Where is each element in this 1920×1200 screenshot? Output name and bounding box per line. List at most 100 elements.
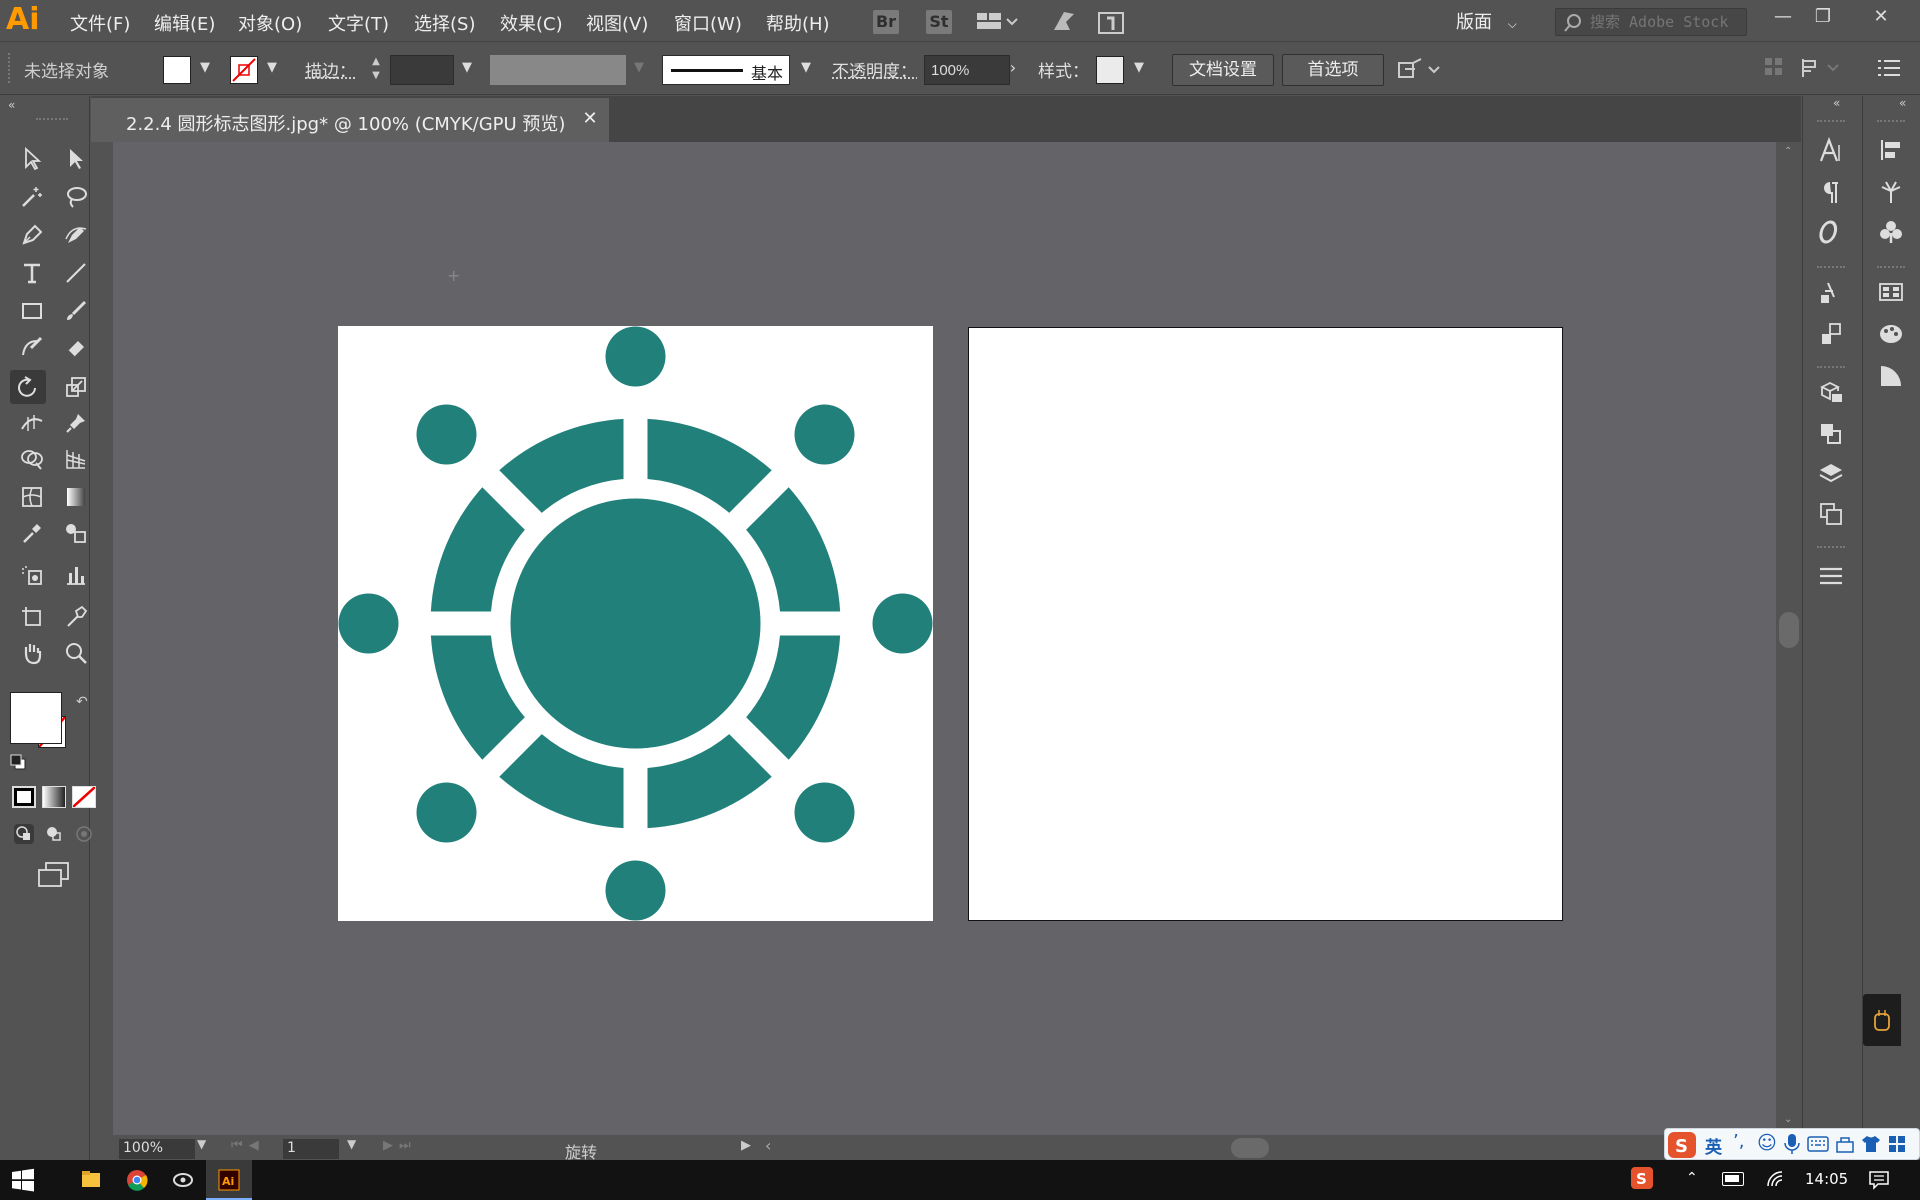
vertical-scroll-thumb[interactable] bbox=[1779, 612, 1799, 648]
workspace-switcher[interactable]: 版面 ⌵ bbox=[1456, 8, 1517, 34]
swatches-panel-icon[interactable] bbox=[1871, 274, 1911, 310]
side-widget[interactable] bbox=[1863, 994, 1901, 1046]
toolbox-icon[interactable] bbox=[1835, 1135, 1855, 1153]
stock-search[interactable] bbox=[1555, 8, 1747, 36]
close-icon[interactable]: ✕ bbox=[579, 108, 601, 130]
document-setup-button[interactable]: 文档设置 bbox=[1172, 54, 1274, 86]
draw-behind-icon[interactable] bbox=[42, 822, 66, 846]
minimize-button[interactable]: — bbox=[1768, 4, 1798, 30]
logo-ring-segment[interactable] bbox=[499, 734, 624, 829]
punctuation-icon[interactable]: ’, bbox=[1733, 1131, 1744, 1152]
ime-menu-grid-icon[interactable] bbox=[1887, 1135, 1907, 1153]
panel-grip[interactable] bbox=[1877, 266, 1905, 268]
menu-help[interactable]: 帮助(H) bbox=[766, 10, 830, 36]
circular-logo[interactable] bbox=[338, 326, 933, 921]
artboard-nav-next-icon[interactable]: ▶⏭ bbox=[383, 1138, 417, 1153]
none-mode-icon[interactable] bbox=[72, 786, 96, 808]
menu-window[interactable]: 窗口(W) bbox=[674, 10, 742, 36]
panel-grip[interactable] bbox=[1817, 266, 1845, 268]
default-colors-icon[interactable] bbox=[10, 754, 26, 770]
logo-ring-segment[interactable] bbox=[746, 635, 841, 760]
character-styles-panel-icon[interactable] bbox=[1811, 274, 1851, 310]
width-tool-icon[interactable] bbox=[14, 406, 50, 440]
line-segment-tool-icon[interactable] bbox=[58, 256, 94, 290]
transparency-panel-icon[interactable] bbox=[1871, 358, 1911, 394]
logo-ring-segment[interactable] bbox=[430, 487, 525, 612]
logo-dot[interactable] bbox=[338, 593, 399, 654]
menu-object[interactable]: 对象(O) bbox=[238, 10, 302, 36]
mesh-tool-icon[interactable] bbox=[14, 480, 50, 514]
panel-grip[interactable] bbox=[8, 53, 14, 83]
zoom-tool-icon[interactable] bbox=[58, 636, 94, 670]
artboard-dropdown[interactable]: ▼ bbox=[347, 1137, 356, 1151]
brush-profile-dropdown[interactable]: ▼ bbox=[795, 55, 817, 81]
fill-dropdown[interactable]: ▼ bbox=[194, 55, 216, 81]
menu-type[interactable]: 文字(T) bbox=[328, 10, 389, 36]
eyedropper-tool-icon[interactable] bbox=[14, 516, 50, 550]
opentype-panel-icon[interactable] bbox=[1811, 214, 1851, 250]
curvature-tool-icon[interactable] bbox=[58, 218, 94, 252]
wifi-icon[interactable] bbox=[1766, 1170, 1786, 1190]
logo-center-disc[interactable] bbox=[510, 498, 761, 749]
menu-edit[interactable]: 编辑(E) bbox=[154, 10, 215, 36]
artboard-right[interactable] bbox=[968, 327, 1563, 921]
gradient-mode-icon[interactable] bbox=[42, 786, 66, 808]
artboard-left[interactable] bbox=[338, 326, 933, 921]
libraries-panel-icon[interactable] bbox=[1811, 374, 1851, 410]
paragraph-panel-icon[interactable] bbox=[1811, 174, 1851, 210]
zoom-dropdown[interactable]: ▼ bbox=[197, 1137, 217, 1151]
quick-actions-icon[interactable] bbox=[1395, 55, 1445, 83]
logo-dot[interactable] bbox=[794, 782, 855, 843]
scale-tool-icon[interactable] bbox=[58, 370, 94, 404]
opacity-field[interactable] bbox=[924, 55, 1010, 85]
stroke-weight-dropdown[interactable]: ▼ bbox=[456, 55, 478, 81]
eraser-tool-icon[interactable] bbox=[58, 330, 94, 364]
artboards-panel-icon[interactable] bbox=[1811, 496, 1851, 532]
scroll-down-arrow-icon[interactable]: ⌄ bbox=[1784, 1114, 1792, 1125]
perspective-grid-tool-icon[interactable] bbox=[58, 442, 94, 476]
rectangle-tool-icon[interactable] bbox=[14, 294, 50, 328]
properties-panel-icon[interactable] bbox=[1811, 558, 1851, 594]
restore-button[interactable]: ❐ bbox=[1808, 4, 1838, 30]
symbols-panel-icon[interactable] bbox=[1871, 214, 1911, 250]
scroll-left-arrow-icon[interactable]: ‹ bbox=[765, 1136, 771, 1155]
change-screen-mode-icon[interactable] bbox=[36, 860, 72, 890]
preferences-button[interactable]: 首选项 bbox=[1282, 54, 1384, 86]
battery-icon[interactable] bbox=[1722, 1172, 1744, 1186]
type-tool-icon[interactable] bbox=[14, 256, 50, 290]
variable-width-profile[interactable] bbox=[490, 55, 626, 85]
logo-dot[interactable] bbox=[794, 404, 855, 465]
direct-selection-tool-icon[interactable] bbox=[58, 142, 94, 176]
rotate-tool-icon[interactable] bbox=[10, 370, 46, 404]
paragraph-styles-panel-icon[interactable] bbox=[1811, 316, 1851, 352]
graphic-style-dropdown[interactable]: ▼ bbox=[1128, 55, 1150, 81]
stroke-weight-stepper[interactable]: ▲ ▼ bbox=[366, 55, 386, 85]
artboard-tool-icon[interactable] bbox=[14, 600, 50, 634]
logo-dot[interactable] bbox=[416, 782, 477, 843]
selection-tool-icon[interactable] bbox=[14, 142, 50, 176]
logo-ring-segment[interactable] bbox=[647, 734, 772, 829]
scroll-up-arrow-icon[interactable]: ⌃ bbox=[1784, 146, 1792, 157]
microphone-icon[interactable] bbox=[1783, 1133, 1801, 1155]
sync-settings-icon[interactable] bbox=[1096, 8, 1126, 36]
file-explorer-icon[interactable] bbox=[68, 1160, 114, 1200]
arrange-documents-icon[interactable] bbox=[975, 10, 1019, 34]
illustrator-taskbar-icon[interactable]: Ai bbox=[206, 1160, 252, 1200]
align-panel-icon[interactable] bbox=[1871, 132, 1911, 168]
keyboard-icon[interactable] bbox=[1807, 1135, 1829, 1153]
logo-dot[interactable] bbox=[872, 593, 933, 654]
menu-file[interactable]: 文件(F) bbox=[70, 10, 130, 36]
taskbar-clock[interactable]: 14:05 bbox=[1805, 1170, 1848, 1188]
logo-dot[interactable] bbox=[416, 404, 477, 465]
action-center-icon[interactable] bbox=[1868, 1170, 1890, 1190]
hand-tool-icon[interactable] bbox=[14, 636, 50, 670]
collapse-panel-icon[interactable]: « bbox=[1833, 96, 1840, 110]
symbol-sprayer-tool-icon[interactable] bbox=[14, 558, 50, 592]
collapse-panel-icon[interactable]: « bbox=[1899, 96, 1906, 110]
app-icon[interactable] bbox=[160, 1160, 206, 1200]
puppet-warp-tool-icon[interactable] bbox=[58, 406, 94, 440]
gpu-performance-icon[interactable] bbox=[1050, 8, 1078, 36]
horizontal-scroll-thumb[interactable] bbox=[1231, 1138, 1269, 1158]
emoji-icon[interactable]: ☺ bbox=[1757, 1132, 1777, 1154]
brushes-panel-icon[interactable] bbox=[1871, 174, 1911, 210]
